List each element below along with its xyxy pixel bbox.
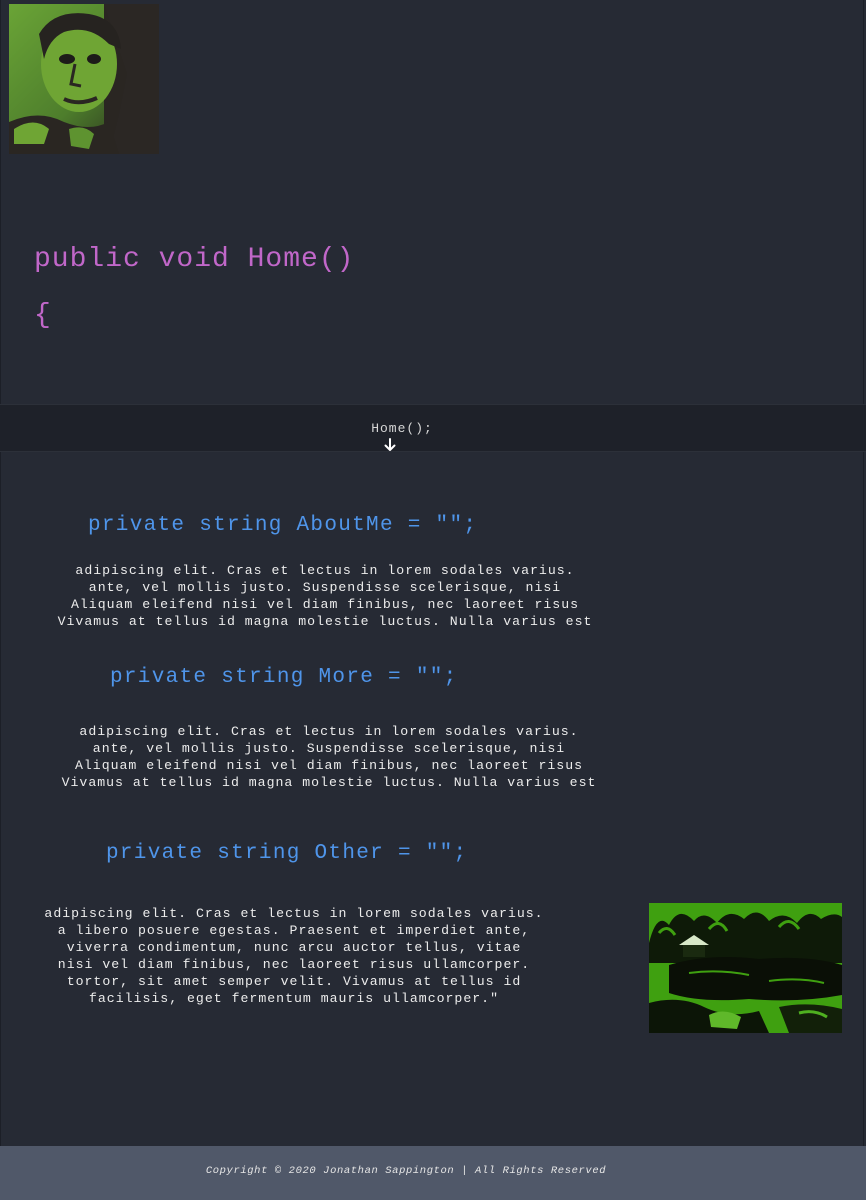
other-paragraph: adipiscing elit. Cras et lectus in lorem… xyxy=(4,905,584,1007)
about-heading: private string AboutMe = ""; xyxy=(88,514,478,537)
about-line: Aliquam eleifend nisi vel diam finibus, … xyxy=(70,597,580,612)
more-line: Vivamus at tellus id magna molestie luct… xyxy=(61,775,597,790)
other-line: tortor, sit amet semper velit. Vivamus a… xyxy=(66,974,522,989)
about-paragraph: adipiscing elit. Cras et lectus in lorem… xyxy=(20,562,630,630)
park-photo xyxy=(649,903,842,1033)
more-line: Aliquam eleifend nisi vel diam finibus, … xyxy=(74,758,584,773)
other-heading: private string Other = ""; xyxy=(106,842,468,865)
other-line: nisi vel diam finibus, nec laoreet risus… xyxy=(57,957,531,972)
hero-brace: { xyxy=(34,300,52,331)
avatar-portrait-icon xyxy=(9,4,159,154)
arrow-down-icon[interactable] xyxy=(383,438,397,452)
about-line: adipiscing elit. Cras et lectus in lorem… xyxy=(75,563,575,578)
other-line: viverra condimentum, nunc arcu auctor te… xyxy=(66,940,522,955)
nav-link-home[interactable]: Home(); xyxy=(0,421,804,436)
other-line: a libero posuere egestas. Praesent et im… xyxy=(57,923,531,938)
profile-avatar xyxy=(9,4,159,154)
about-line: ante, vel mollis justo. Suspendisse scel… xyxy=(88,580,562,595)
park-pond-photo-icon xyxy=(649,903,842,1033)
other-line: adipiscing elit. Cras et lectus in lorem… xyxy=(44,906,544,921)
more-line: ante, vel mollis justo. Suspendisse scel… xyxy=(92,741,566,756)
more-line: adipiscing elit. Cras et lectus in lorem… xyxy=(79,724,579,739)
footer-copyright: Copyright © 2020 Jonathan Sappington | A… xyxy=(205,1165,607,1177)
other-line: facilisis, eget fermentum mauris ullamco… xyxy=(88,991,500,1006)
nav-bar: Home(); xyxy=(0,404,866,452)
more-heading: private string More = ""; xyxy=(110,666,458,689)
about-line: Vivamus at tellus id magna molestie luct… xyxy=(57,614,593,629)
footer: Copyright © 2020 Jonathan Sappington | A… xyxy=(0,1146,866,1200)
hero-signature: public void Home() xyxy=(34,244,355,275)
more-paragraph: adipiscing elit. Cras et lectus in lorem… xyxy=(24,723,634,791)
